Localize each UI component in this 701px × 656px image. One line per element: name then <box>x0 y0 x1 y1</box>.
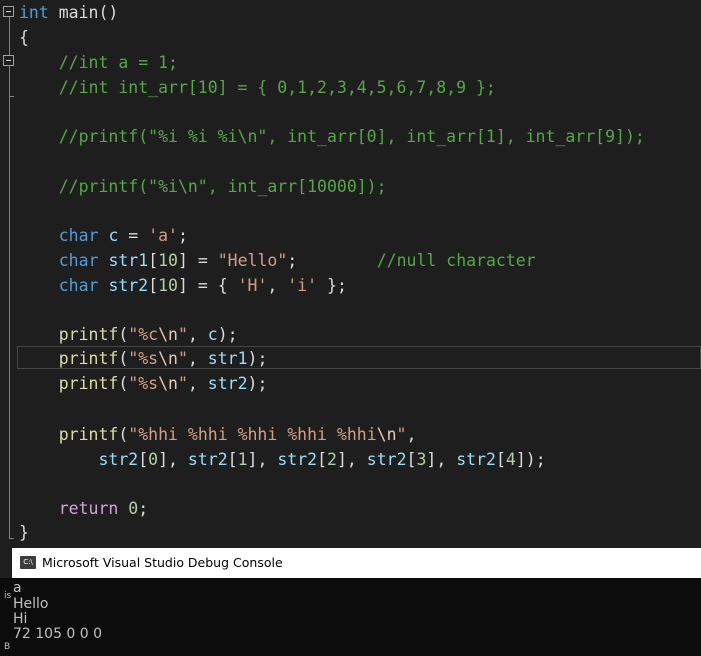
index-literal: 2 <box>327 450 337 469</box>
escape-sequence: \n <box>158 325 178 344</box>
paren-semicolon: ); <box>217 325 238 344</box>
code-line-16[interactable]: printf("%s\n", str2); <box>19 371 268 396</box>
escape-sequence: \n <box>158 349 178 368</box>
semicolon: ; <box>178 226 188 245</box>
comma: , <box>267 276 288 295</box>
spacing <box>297 251 376 270</box>
keyword-return: return <box>58 499 119 518</box>
variable-str2: str2 <box>277 450 318 469</box>
inline-comment: //null character <box>376 251 536 270</box>
code-line-10[interactable]: char c = 'a'; <box>19 223 188 248</box>
debug-console-titlebar[interactable]: C:\ Microsoft Visual Studio Debug Consol… <box>12 548 701 578</box>
variable-str2: str2 <box>108 276 149 295</box>
bracket: [ <box>148 251 159 270</box>
collapse-comment-block-icon[interactable] <box>3 55 14 66</box>
format-string: "%s <box>128 349 159 368</box>
number-literal: 10 <box>158 276 178 295</box>
code-line-18[interactable]: printf("%hhi %hhi %hhi %hhi %hhi\n", <box>19 422 417 447</box>
left-edge-fragment: B <box>4 642 11 652</box>
variable-str2: str2 <box>187 450 228 469</box>
format-string: "%c <box>128 325 159 344</box>
quote: " <box>396 425 407 444</box>
comma: , <box>187 349 208 368</box>
function-printf: printf <box>58 425 119 444</box>
quote: " <box>177 325 188 344</box>
keyword-char: char <box>58 276 99 295</box>
function-printf: printf <box>58 374 119 393</box>
code-line-22[interactable]: } <box>19 520 29 545</box>
format-string: "%s <box>128 374 159 393</box>
keyword-char: char <box>58 226 99 245</box>
number-literal: 10 <box>158 251 178 270</box>
escape-sequence: \n <box>158 374 178 393</box>
code-line-11[interactable]: char str1[10] = "Hello"; //null characte… <box>19 248 536 273</box>
index-literal: 1 <box>237 450 248 469</box>
index-literal: 4 <box>505 450 516 469</box>
function-printf: printf <box>58 349 119 368</box>
left-edge-fragment: is <box>4 591 12 601</box>
code-line-8[interactable]: //printf("%i\n", int_arr[10000]); <box>19 174 387 199</box>
number-literal: 0 <box>128 499 139 518</box>
variable-str1: str1 <box>207 349 248 368</box>
index-literal: 3 <box>416 450 427 469</box>
code-line-4[interactable]: //int int_arr[10] = { 0,1,2,3,4,5,6,7,8,… <box>19 75 496 100</box>
keyword-char: char <box>58 251 99 270</box>
open-brace: { <box>19 28 29 47</box>
collapse-main-icon[interactable] <box>3 6 14 17</box>
code-line-6[interactable]: //printf("%i %i %i\n", int_arr[0], int_a… <box>19 124 645 149</box>
code-line-15[interactable]: printf("%s\n", str1); <box>19 346 268 371</box>
char-literal: 'i' <box>287 276 318 295</box>
operator: = <box>118 226 149 245</box>
semicolon: ; <box>287 251 298 270</box>
string-literal: "Hello" <box>217 251 288 270</box>
variable-str2: str2 <box>207 374 248 393</box>
console-line: 72 105 0 0 0 <box>13 626 103 642</box>
fold-end-tick <box>9 538 14 539</box>
char-literal: 'H' <box>237 276 268 295</box>
char-literal: 'a' <box>148 226 178 245</box>
quote: " <box>177 374 188 393</box>
code-editor[interactable]: int main() { //int a = 1; //int int_arr[… <box>0 0 701 548</box>
format-string: "%hhi %hhi %hhi %hhi %hhi <box>128 425 377 444</box>
code-line-19[interactable]: str2[0], str2[1], str2[2], str2[3], str2… <box>19 447 545 472</box>
close-brace: } <box>19 523 29 542</box>
variable-str2: str2 <box>366 450 407 469</box>
quote: " <box>177 349 188 368</box>
close-brace: }; <box>317 276 347 295</box>
variable-c: c <box>207 325 218 344</box>
code-line-21[interactable]: return 0; <box>19 496 148 521</box>
console-line: Hello <box>13 596 49 612</box>
operator: ] = { <box>178 276 238 295</box>
fold-end-tick <box>9 96 14 97</box>
code-line-12[interactable]: char str2[10] = { 'H', 'i' }; <box>19 273 347 298</box>
comma: , <box>406 425 417 444</box>
bracket: [ <box>148 276 159 295</box>
paren-semicolon: ); <box>247 349 268 368</box>
console-window-title: Microsoft Visual Studio Debug Console <box>42 555 283 570</box>
code-line-1[interactable]: int main() <box>19 0 118 25</box>
index-literal: 0 <box>148 450 159 469</box>
escape-sequence: \n <box>376 425 397 444</box>
console-line: a <box>13 580 22 596</box>
debug-console-output[interactable]: is B a Hello Hi 72 105 0 0 0 <box>0 578 701 656</box>
code-line-3[interactable]: //int a = 1; <box>19 50 178 75</box>
code-line-2[interactable]: { <box>19 25 29 50</box>
variable-str1: str1 <box>108 251 149 270</box>
console-line: Hi <box>13 611 28 627</box>
variable-str2: str2 <box>456 450 496 469</box>
keyword-int: int <box>19 3 49 22</box>
function-printf: printf <box>58 325 119 344</box>
variable-str2: str2 <box>98 450 139 469</box>
operator: ] = <box>178 251 218 270</box>
comma: , <box>187 325 208 344</box>
paren-semicolon: ); <box>247 374 268 393</box>
variable-c: c <box>108 226 119 245</box>
code-line-14[interactable]: printf("%c\n", c); <box>19 322 238 347</box>
comma: , <box>187 374 208 393</box>
console-app-icon: C:\ <box>20 556 36 569</box>
function-signature: main() <box>48 3 119 22</box>
